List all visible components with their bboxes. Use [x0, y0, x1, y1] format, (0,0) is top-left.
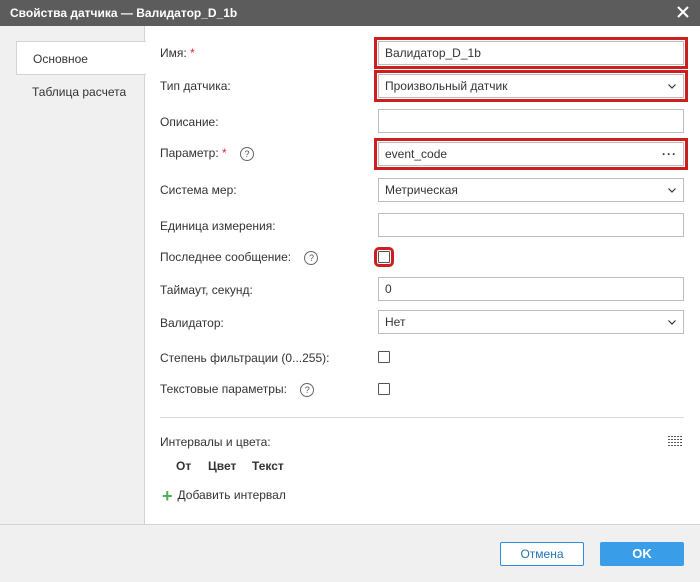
add-interval-button[interactable]: + Добавить интервал	[162, 485, 286, 506]
tab-basic[interactable]: Основное	[16, 41, 146, 75]
dialog-footer: Отмена OK	[0, 524, 700, 582]
unit-label: Единица измерения:	[160, 219, 276, 233]
validator-select[interactable]: Нет	[378, 310, 684, 334]
validator-value: Нет	[385, 315, 406, 329]
required-mark: *	[190, 46, 195, 60]
chevron-down-icon	[668, 188, 676, 193]
sensor-type-select[interactable]: Произвольный датчик	[374, 70, 688, 102]
description-input[interactable]	[378, 109, 684, 133]
column-from: От	[176, 459, 192, 473]
chevron-down-icon	[668, 320, 676, 325]
dialog-titlebar: Свойства датчика — Валидатор_D_1b	[0, 0, 700, 26]
validator-label: Валидатор:	[160, 316, 224, 330]
plus-icon: +	[162, 485, 173, 506]
help-icon[interactable]: ?	[300, 382, 315, 397]
name-input[interactable]: Валидатор_D_1b	[374, 37, 688, 69]
filter-label: Степень фильтрации (0...255):	[160, 351, 330, 365]
column-color: Цвет	[208, 459, 237, 473]
timeout-label: Таймаут, секунд:	[160, 283, 253, 297]
sidebar: Основное Таблица расчета	[0, 26, 146, 524]
unit-input[interactable]	[378, 213, 684, 237]
add-interval-label: Добавить интервал	[177, 488, 286, 502]
description-label: Описание:	[160, 115, 219, 129]
cancel-button[interactable]: Отмена	[500, 542, 584, 566]
form-panel: Имя: * Валидатор_D_1b Тип датчика: Произ…	[146, 26, 700, 524]
help-icon[interactable]: ?	[240, 146, 255, 161]
name-label: Имя: *	[160, 46, 195, 60]
tab-calculation-table[interactable]: Таблица расчета	[16, 75, 145, 109]
divider	[160, 417, 684, 418]
sensor-type-value: Произвольный датчик	[385, 79, 508, 93]
parameter-label: Параметр: * ?	[160, 146, 255, 161]
parameter-picker-button[interactable]: ···	[662, 143, 677, 165]
help-icon[interactable]: ?	[304, 250, 319, 265]
table-settings-icon[interactable]	[667, 435, 683, 447]
intervals-label: Интервалы и цвета:	[160, 435, 271, 449]
parameter-value: event_code	[385, 147, 448, 161]
sensor-type-label: Тип датчика:	[160, 79, 231, 93]
ok-button[interactable]: OK	[600, 542, 684, 566]
chevron-down-icon	[668, 84, 676, 89]
measurement-system-label: Система мер:	[160, 183, 237, 197]
required-mark: *	[222, 146, 227, 160]
dialog-title: Свойства датчика — Валидатор_D_1b	[10, 6, 238, 20]
text-params-label: Текстовые параметры: ?	[160, 382, 315, 397]
timeout-input[interactable]: 0	[378, 277, 684, 301]
last-message-label: Последнее сообщение: ?	[160, 250, 319, 265]
measurement-system-select[interactable]: Метрическая	[378, 178, 684, 202]
measurement-system-value: Метрическая	[385, 183, 458, 197]
filter-checkbox[interactable]	[378, 351, 390, 363]
parameter-input[interactable]: event_code ···	[374, 138, 688, 170]
close-icon[interactable]	[674, 3, 692, 21]
text-params-checkbox[interactable]	[378, 383, 390, 395]
last-message-checkbox[interactable]	[374, 247, 394, 267]
column-text: Текст	[252, 459, 284, 473]
